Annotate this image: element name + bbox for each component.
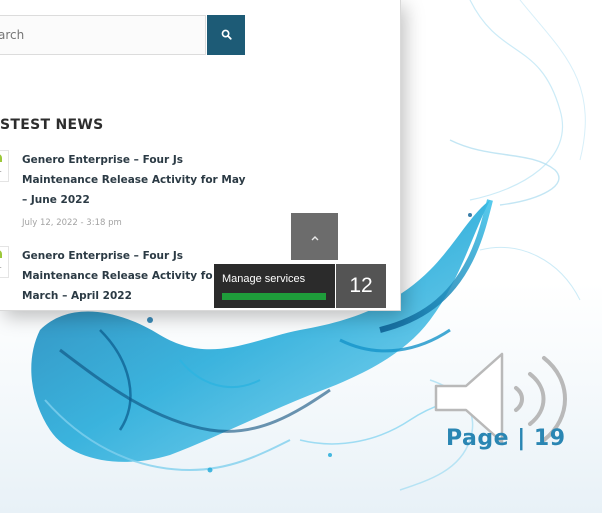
manage-services-bar	[222, 293, 326, 300]
page-number: Page | 19	[446, 426, 566, 451]
news-title-line: Genero Enterprise – Four Js	[22, 154, 184, 166]
news-title-link[interactable]: Genero Enterprise – Four Js Maintenance …	[22, 150, 254, 210]
search-icon	[221, 28, 232, 43]
news-title-line: Maintenance Release Activity for May	[22, 174, 246, 186]
news-title-line: – June 2022	[22, 194, 90, 206]
latest-news-heading: STEST NEWS	[0, 117, 104, 133]
news-date: July 12, 2022 - 3:18 pm	[22, 218, 122, 228]
services-count-badge: 12	[336, 264, 386, 308]
news-thumbnail: m.	[0, 150, 9, 182]
thumbnail-text: m.	[0, 167, 2, 174]
manage-services-button[interactable]: Manage services	[214, 264, 335, 308]
search-input[interactable]	[0, 15, 206, 55]
news-title-line: Genero Enterprise – Four Js	[22, 250, 184, 262]
news-thumbnail: m.	[0, 246, 9, 278]
manage-services-label: Manage services	[222, 273, 306, 285]
chevron-up-icon	[310, 227, 320, 246]
search-button[interactable]	[207, 15, 245, 55]
thumbnail-text: m.	[0, 263, 2, 270]
scroll-to-top-button[interactable]	[291, 213, 338, 260]
slide: STEST NEWS m. Genero Enterprise – Four J…	[0, 0, 602, 513]
